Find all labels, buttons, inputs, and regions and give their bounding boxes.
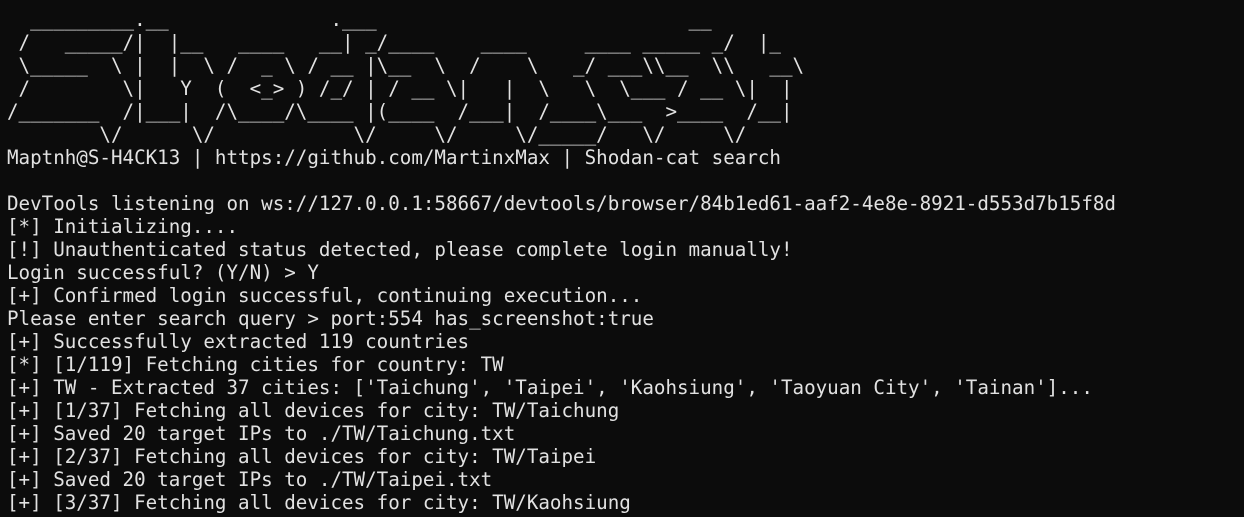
terminal-window[interactable]: _________.__ .___ __ / _____/| |__ ____ …: [0, 0, 1244, 517]
log-line: Login successful? (Y/N) > Y: [7, 261, 319, 284]
log-line: [+] [3/37] Fetching all devices for city…: [7, 491, 631, 514]
log-line: [+] Saved 20 target IPs to ./TW/Taichung…: [7, 422, 516, 445]
log-line: Please enter search query > port:554 has…: [7, 307, 654, 330]
log-line: [+] Saved 20 target IPs to ./TW/Taipei.t…: [7, 468, 493, 491]
log-line: [+] Confirmed login successful, continui…: [7, 284, 643, 307]
log-line: [+] [2/37] Fetching all devices for city…: [7, 445, 597, 468]
banner-line: /_______ /|___| /\____/\____ |(____ /___…: [7, 100, 793, 123]
banner-line: \_____ \ | | \ / _ \ / __ |\__ \ / \ _/ …: [7, 54, 805, 77]
banner-line: _________.__ .___ __: [7, 8, 712, 31]
banner-line: / _____/| |__ ____ __| _/____ ____ ____ …: [7, 31, 781, 54]
banner-line: / \| Y ( <_> ) /_/ | / __ \| | \ \ \___ …: [7, 77, 793, 100]
log-line: [+] [1/37] Fetching all devices for city…: [7, 399, 620, 422]
log-line: [*] [1/119] Fetching cities for country:…: [7, 353, 504, 376]
log-line: [+] Successfully extracted 119 countries: [7, 330, 470, 353]
log-line: [*] Initializing....: [7, 215, 239, 238]
banner-line: \/ \/ \/ \/ \/_____/ \/ \/: [7, 123, 747, 146]
log-line: DevTools listening on ws://127.0.0.1:586…: [7, 192, 1116, 215]
log-line: [+] TW - Extracted 37 cities: ['Taichung…: [7, 376, 1093, 399]
author-info-line: Maptnh@S-H4CK13 | https://github.com/Mar…: [7, 146, 781, 169]
log-line: [!] Unauthenticated status detected, ple…: [7, 238, 793, 261]
log-output: DevTools listening on ws://127.0.0.1:586…: [7, 192, 1244, 514]
ascii-banner: _________.__ .___ __ / _____/| |__ ____ …: [7, 8, 1244, 146]
